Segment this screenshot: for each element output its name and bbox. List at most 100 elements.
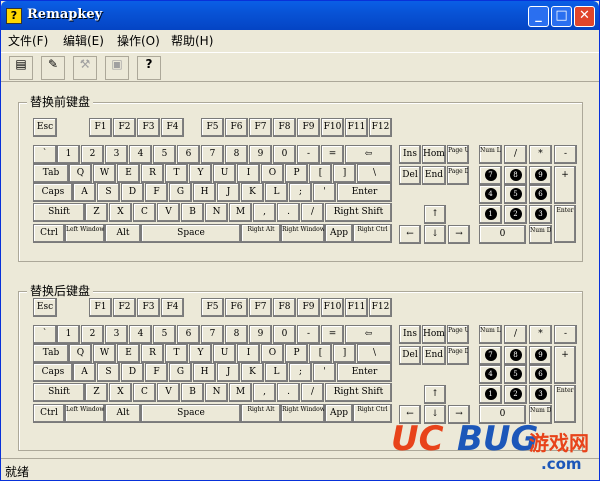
reset-button[interactable]: ▣ — [105, 56, 129, 80]
key-right-alt[interactable]: Right Alt — [241, 224, 281, 243]
key-symbol[interactable]: \ — [357, 164, 392, 183]
key-0[interactable]: 0 — [273, 325, 296, 344]
key-symbol[interactable]: ] — [333, 164, 356, 183]
key-right-ctrl[interactable]: Right Ctrl — [353, 224, 392, 243]
key-m[interactable]: M — [229, 203, 252, 222]
key-symbol[interactable]: ; — [289, 363, 312, 382]
key-9[interactable]: 9 — [249, 325, 272, 344]
key-f4[interactable]: F4 — [161, 118, 184, 137]
key-8[interactable]: 8 — [225, 145, 248, 164]
key-b[interactable]: B — [181, 203, 204, 222]
key-symbol[interactable]: / — [504, 325, 527, 344]
key-right-shift[interactable]: Right Shift — [325, 203, 392, 222]
key-del[interactable]: Del — [399, 166, 421, 185]
key-symbol[interactable]: ` — [33, 145, 57, 164]
key-x[interactable]: X — [109, 203, 132, 222]
key-del[interactable]: Del — [399, 346, 421, 365]
key-symbol[interactable]: - — [554, 325, 577, 344]
key-j[interactable]: J — [217, 183, 240, 202]
key-1[interactable]: 1 — [479, 205, 502, 224]
key-s[interactable]: S — [97, 183, 120, 202]
key-4[interactable]: 4 — [129, 145, 152, 164]
key-symbol[interactable]: ⇦ — [345, 145, 392, 164]
menu-help[interactable]: 帮助(H) — [171, 32, 213, 49]
close-button[interactable]: ✕ — [574, 6, 595, 27]
key-o[interactable]: O — [261, 344, 284, 363]
key-a[interactable]: A — [73, 183, 96, 202]
key-symbol[interactable]: / — [504, 145, 527, 164]
key-9[interactable]: 9 — [529, 166, 552, 185]
key-4[interactable]: 4 — [479, 185, 502, 204]
key-5[interactable]: 5 — [153, 325, 176, 344]
key-home[interactable]: Home — [422, 325, 446, 344]
key-caps[interactable]: Caps — [33, 363, 73, 382]
menu-edit[interactable]: 编辑(E) — [63, 32, 104, 49]
key-l[interactable]: L — [265, 363, 288, 382]
key-num-del[interactable]: Num Del — [529, 225, 552, 244]
key-f8[interactable]: F8 — [273, 118, 296, 137]
key-right-windows[interactable]: Right Windows — [281, 224, 325, 243]
key-t[interactable]: T — [165, 164, 188, 183]
key-symbol[interactable]: * — [529, 145, 552, 164]
key-symbol[interactable]: - — [554, 145, 577, 164]
key-5[interactable]: 5 — [153, 145, 176, 164]
key-2[interactable]: 2 — [504, 205, 527, 224]
key-f1[interactable]: F1 — [89, 298, 112, 317]
key-f8[interactable]: F8 — [273, 298, 296, 317]
minimize-button[interactable]: _ — [528, 6, 549, 27]
key-right-shift[interactable]: Right Shift — [325, 383, 392, 402]
key-3[interactable]: 3 — [105, 145, 128, 164]
key-f3[interactable]: F3 — [137, 118, 160, 137]
key-w[interactable]: W — [93, 164, 116, 183]
key-8[interactable]: 8 — [225, 325, 248, 344]
key-1[interactable]: 1 — [57, 325, 80, 344]
key-s[interactable]: S — [97, 363, 120, 382]
key-w[interactable]: W — [93, 344, 116, 363]
key-f2[interactable]: F2 — [113, 298, 136, 317]
key-e[interactable]: E — [117, 164, 140, 183]
key-5[interactable]: 5 — [504, 365, 527, 384]
key-c[interactable]: C — [133, 383, 156, 402]
key-space[interactable]: Space — [141, 224, 241, 243]
key-left-windows[interactable]: Left Windows — [65, 224, 105, 243]
key-num-lock[interactable]: Num Lock — [479, 325, 502, 344]
title-bar[interactable]: ? Remapkey _ □ ✕ — [1, 1, 599, 30]
key-ins[interactable]: Ins — [399, 145, 421, 164]
key-symbol[interactable]: + — [554, 166, 576, 204]
key-9[interactable]: 9 — [249, 145, 272, 164]
key-left-windows[interactable]: Left Windows — [65, 404, 105, 423]
key-app[interactable]: App — [325, 224, 353, 243]
key-g[interactable]: G — [169, 363, 192, 382]
key-f10[interactable]: F10 — [321, 298, 344, 317]
key-alt[interactable]: Alt — [105, 404, 141, 423]
key-symbol[interactable]: \ — [357, 344, 392, 363]
key-f4[interactable]: F4 — [161, 298, 184, 317]
key-h[interactable]: H — [193, 183, 216, 202]
undo-button[interactable]: ✎ — [41, 56, 65, 80]
key-v[interactable]: V — [157, 383, 180, 402]
key-symbol[interactable]: ↑ — [424, 205, 446, 224]
key-9[interactable]: 9 — [529, 346, 552, 365]
key-z[interactable]: Z — [85, 383, 108, 402]
key-l[interactable]: L — [265, 183, 288, 202]
key-3[interactable]: 3 — [529, 385, 552, 404]
key-f9[interactable]: F9 — [297, 118, 320, 137]
key-h[interactable]: H — [193, 363, 216, 382]
key-v[interactable]: V — [157, 203, 180, 222]
key-8[interactable]: 8 — [504, 166, 527, 185]
key-symbol[interactable]: ' — [313, 183, 336, 202]
key-space[interactable]: Space — [141, 404, 241, 423]
key-k[interactable]: K — [241, 363, 264, 382]
key-t[interactable]: T — [165, 344, 188, 363]
key-r[interactable]: R — [141, 164, 164, 183]
key-symbol[interactable]: ] — [333, 344, 356, 363]
key-p[interactable]: P — [285, 344, 308, 363]
key-i[interactable]: I — [237, 344, 260, 363]
key-caps[interactable]: Caps — [33, 183, 73, 202]
key-1[interactable]: 1 — [479, 385, 502, 404]
key-f12[interactable]: F12 — [369, 298, 392, 317]
key-e[interactable]: E — [117, 344, 140, 363]
key-symbol[interactable]: ↓ — [424, 225, 446, 244]
key-f9[interactable]: F9 — [297, 298, 320, 317]
key-symbol[interactable]: = — [321, 145, 344, 164]
